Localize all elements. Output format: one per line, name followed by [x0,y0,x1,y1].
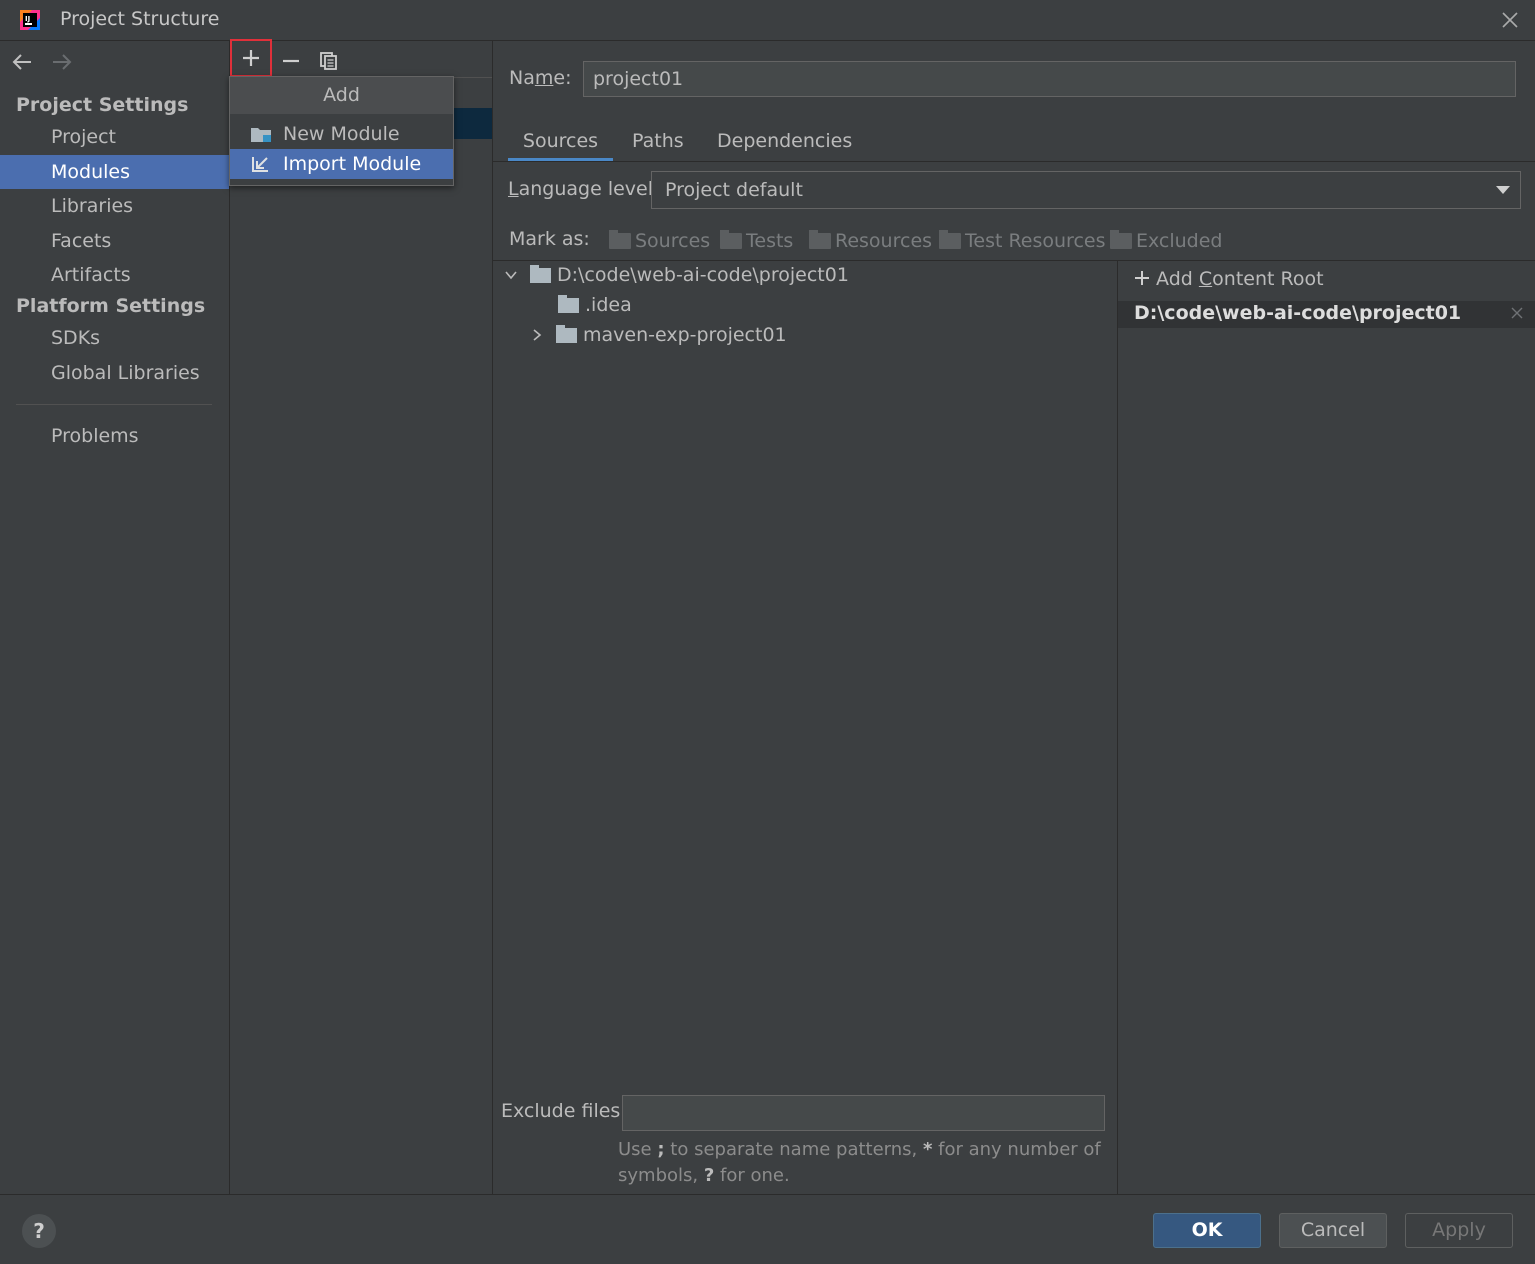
mark-as-label: Mark as: [509,228,590,250]
back-arrow-icon[interactable] [10,51,34,73]
tests-folder-icon [720,230,742,249]
tab-sources[interactable]: Sources [508,128,613,161]
module-list-item[interactable] [452,108,492,139]
tree-row-maven[interactable]: maven-exp-project01 [530,320,787,350]
plus-icon [1135,271,1149,285]
add-popup-menu: Add New Module Import Module [229,76,454,186]
sidebar-item-global-libraries[interactable]: Global Libraries [0,356,229,390]
import-module-menu-item[interactable]: Import Module [230,149,453,179]
new-module-icon [251,128,271,142]
content-root-path: D:\code\web-ai-code\project01 [1134,302,1462,324]
exclude-files-label: Exclude files: [501,1100,627,1122]
remove-button[interactable] [272,44,310,78]
folder-icon [530,264,551,283]
chevron-down-icon[interactable] [504,268,518,282]
mark-sources-button[interactable]: Sources [609,230,710,252]
intellij-logo-icon: IJ [20,10,40,30]
mark-resources-button[interactable]: Resources [809,230,932,252]
mark-test-resources-button[interactable]: Test Resources [939,230,1106,252]
minus-icon [283,59,299,63]
sidebar-item-problems[interactable]: Problems [0,419,229,453]
tab-paths[interactable]: Paths [632,128,684,161]
mark-excluded-button[interactable]: Excluded [1110,230,1223,252]
new-module-menu-item[interactable]: New Module [230,119,453,149]
exclude-files-hint: Use ; to separate name patterns, * for a… [618,1139,1101,1186]
language-level-select[interactable]: Project default [651,171,1521,209]
chevron-right-icon[interactable] [530,328,544,342]
sidebar-item-modules[interactable]: Modules [0,155,229,189]
sidebar-item-project[interactable]: Project [0,120,229,154]
test-resources-folder-icon [939,230,961,249]
chevron-down-icon[interactable] [1496,186,1510,194]
module-name-input[interactable] [583,61,1516,97]
forward-arrow-icon[interactable] [50,51,74,73]
tabs-divider [493,161,1535,162]
cancel-button[interactable]: Cancel [1279,1213,1387,1248]
add-button[interactable] [230,39,272,77]
ok-button[interactable]: OK [1153,1213,1261,1248]
sidebar-item-sdks[interactable]: SDKs [0,321,229,355]
modules-list-panel [230,41,493,1194]
title-bar [0,0,1535,41]
tree-splitter[interactable] [1117,261,1118,1194]
excluded-folder-icon [1110,230,1132,249]
sidebar-item-libraries[interactable]: Libraries [0,189,229,223]
plus-icon [243,50,259,66]
platform-settings-header: Platform Settings [16,295,206,317]
project-settings-header: Project Settings [16,94,189,116]
folder-icon [558,294,579,313]
copy-button[interactable] [310,44,348,78]
tab-dependencies[interactable]: Dependencies [717,128,852,161]
import-module-label: Import Module [283,153,422,175]
copy-icon [320,52,337,70]
name-label: Name: [509,67,572,89]
sources-folder-icon [609,230,631,249]
remove-root-icon[interactable] [1510,306,1524,320]
folder-icon [556,324,577,343]
exclude-files-input[interactable] [622,1095,1105,1131]
add-content-root-button[interactable]: Add Content Root [1134,268,1324,290]
svg-text:IJ: IJ [25,15,30,23]
help-button[interactable]: ? [22,1214,56,1248]
resources-folder-icon [809,230,831,249]
sidebar-item-artifacts[interactable]: Artifacts [0,258,229,292]
tree-row-root[interactable]: D:\code\web-ai-code\project01 [504,260,849,290]
footer-divider [0,1194,1535,1195]
close-icon[interactable] [1498,8,1522,32]
sidebar-divider [16,404,212,405]
window-title: Project Structure [60,8,220,30]
tree-row-idea[interactable]: .idea [558,290,632,320]
language-level-label: Language level: [508,178,660,200]
popup-title: Add [230,77,453,114]
mark-tests-button[interactable]: Tests [720,230,793,252]
sidebar-item-facets[interactable]: Facets [0,224,229,258]
apply-button[interactable]: Apply [1405,1213,1513,1248]
import-module-icon [252,157,268,172]
new-module-label: New Module [283,123,400,145]
